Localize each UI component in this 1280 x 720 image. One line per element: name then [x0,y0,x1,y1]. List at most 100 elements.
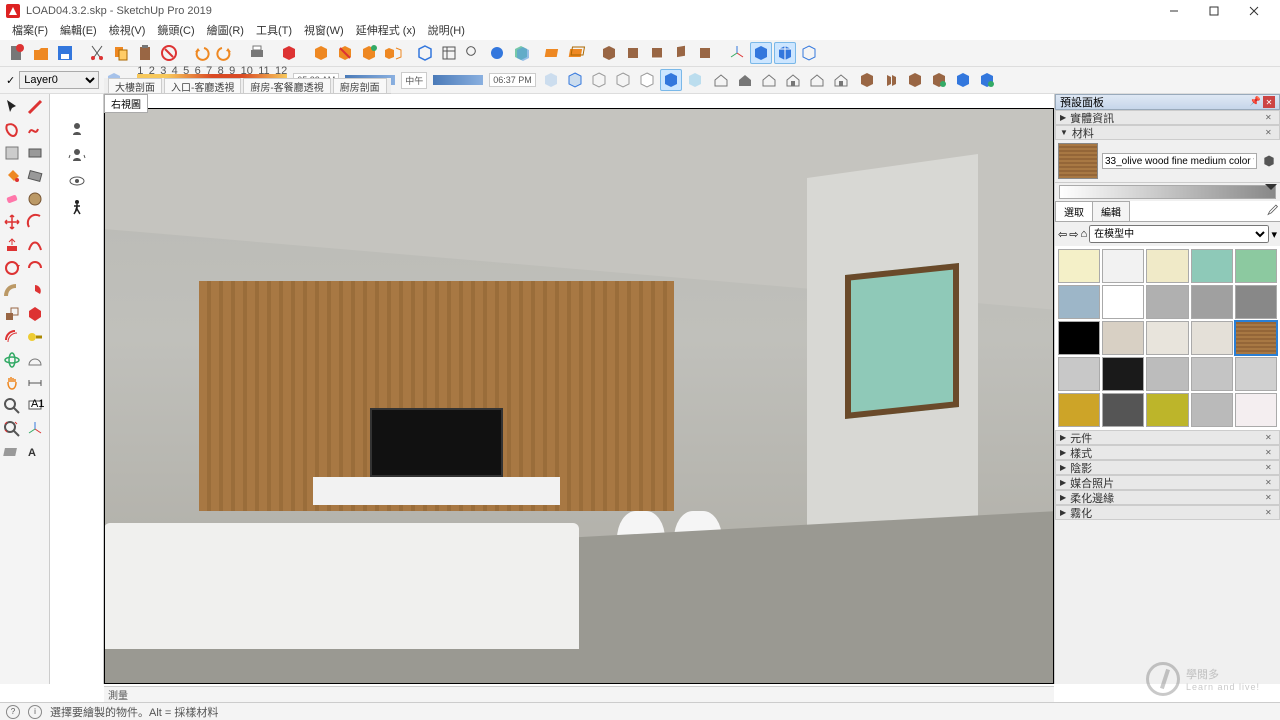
library-menu-icon[interactable]: ▾ [1271,228,1277,241]
offset-tool-icon[interactable] [1,326,23,348]
rotated-rect-icon[interactable] [24,165,46,187]
warehouse5-icon[interactable] [952,69,974,91]
menu-draw[interactable]: 繪圖(R) [203,22,248,40]
house-front-icon[interactable] [758,69,780,91]
axis-icon[interactable] [726,42,748,64]
arc-tool-icon[interactable] [24,211,46,233]
material-library-dropdown[interactable]: 在模型中 [1089,225,1269,243]
scene-tab[interactable]: 廚房剖面 [333,78,387,93]
polygon-tool-icon[interactable] [24,303,46,325]
scale-tool-icon[interactable] [1,303,23,325]
components-header[interactable]: ▶元件✕ [1055,430,1280,445]
eraser-tool-icon[interactable] [1,188,23,210]
wireframe-icon[interactable] [414,42,436,64]
style4-icon[interactable] [612,69,634,91]
nav-back-icon[interactable]: ⇦ [1058,228,1067,241]
menu-extensions[interactable]: 延伸程式 (x) [352,22,420,40]
3dtext-tool-icon[interactable]: A [24,441,46,463]
print-icon[interactable] [246,42,268,64]
material-swatch[interactable] [1191,393,1233,427]
pan-tool-icon[interactable] [1,372,23,394]
tab-edit[interactable]: 編輯 [1092,201,1130,221]
material-swatch[interactable] [1102,393,1144,427]
soften-header[interactable]: ▶柔化邊緣✕ [1055,490,1280,505]
hidden-line-icon[interactable] [438,42,460,64]
component-tool-icon[interactable] [1,142,23,164]
layer-selector[interactable]: ✓ Layer0 [6,71,99,89]
material-swatch[interactable] [1058,321,1100,355]
styles-header[interactable]: ▶樣式✕ [1055,445,1280,460]
warehouse2-icon[interactable] [880,69,902,91]
move-tool-icon[interactable] [1,211,23,233]
make-unique-icon[interactable] [382,42,404,64]
house-top-icon[interactable] [734,69,756,91]
style5-icon[interactable] [636,69,658,91]
material-swatch[interactable] [1191,357,1233,391]
top-view-icon[interactable] [622,42,644,64]
house-right-icon[interactable] [782,69,804,91]
style1-icon[interactable] [540,69,562,91]
style2-icon[interactable] [564,69,586,91]
tray-title-bar[interactable]: 預設面板 📌 ✕ [1055,94,1280,110]
tab-select[interactable]: 選取 [1055,201,1093,221]
style7-icon[interactable] [684,69,706,91]
material-swatch[interactable] [1235,285,1277,319]
warehouse4-icon[interactable] [928,69,950,91]
material-swatch[interactable] [1235,357,1277,391]
material-swatch[interactable] [1191,321,1233,355]
fog-header[interactable]: ▶霧化✕ [1055,505,1280,520]
menu-window[interactable]: 視窗(W) [300,22,348,40]
scene-tab[interactable]: 入口-客廳透視 [164,78,241,93]
group-icon[interactable] [310,42,332,64]
tray-pin-icon[interactable]: 📌 [1250,96,1261,108]
paint-bucket-icon[interactable] [1,165,23,187]
save-file-icon[interactable] [54,42,76,64]
shaded-icon[interactable] [462,42,484,64]
menu-tools[interactable]: 工具(T) [252,22,296,40]
matchphoto-header[interactable]: ▶媒合照片✕ [1055,475,1280,490]
current-material-swatch[interactable] [1058,143,1098,179]
front-view-icon[interactable] [646,42,668,64]
axes-tool-icon[interactable] [24,418,46,440]
scene-tab[interactable]: 廚房-客餐廳透視 [243,78,330,93]
tray-close-icon[interactable]: ✕ [1263,96,1275,108]
material-name-input[interactable] [1102,153,1257,169]
ungroup-icon[interactable] [334,42,356,64]
dimension-tool-icon[interactable] [24,372,46,394]
maximize-button[interactable] [1194,0,1234,22]
zoom-tool-icon[interactable] [1,395,23,417]
material-swatch[interactable] [1146,321,1188,355]
material-swatch[interactable] [1191,249,1233,283]
2pt-arc-tool-icon[interactable] [24,234,46,256]
material-swatch[interactable] [1235,393,1277,427]
material-swatch[interactable] [1102,357,1144,391]
shadows-header[interactable]: ▶陰影✕ [1055,460,1280,475]
material-swatch[interactable] [1102,285,1144,319]
material-swatch[interactable] [1058,393,1100,427]
material-swatch[interactable] [1102,249,1144,283]
material-swatch[interactable] [1235,321,1277,355]
copy-icon[interactable] [110,42,132,64]
side-view-icon[interactable] [670,42,692,64]
pushpull-tool-icon[interactable] [1,234,23,256]
material-picker-icon[interactable] [1261,153,1277,169]
warehouse3-icon[interactable] [904,69,926,91]
section-display-icon[interactable] [566,42,588,64]
style3-icon[interactable] [588,69,610,91]
materials-header[interactable]: ▼材料✕ [1055,125,1280,140]
explode-icon[interactable] [358,42,380,64]
line-tool-icon[interactable] [24,96,46,118]
component-icon[interactable] [278,42,300,64]
warehouse1-icon[interactable] [856,69,878,91]
time-gradient2[interactable] [433,75,483,85]
freehand-tool-icon[interactable] [24,119,46,141]
undo-icon[interactable] [190,42,212,64]
isometric-icon[interactable] [598,42,620,64]
style6-icon[interactable] [660,69,682,91]
xray-icon[interactable] [510,42,532,64]
circle-tool-icon[interactable] [24,188,46,210]
open-file-icon[interactable] [30,42,52,64]
select-tool-icon[interactable] [1,96,23,118]
walk-icon[interactable] [66,196,88,218]
geo-icon[interactable]: ? [6,705,20,719]
